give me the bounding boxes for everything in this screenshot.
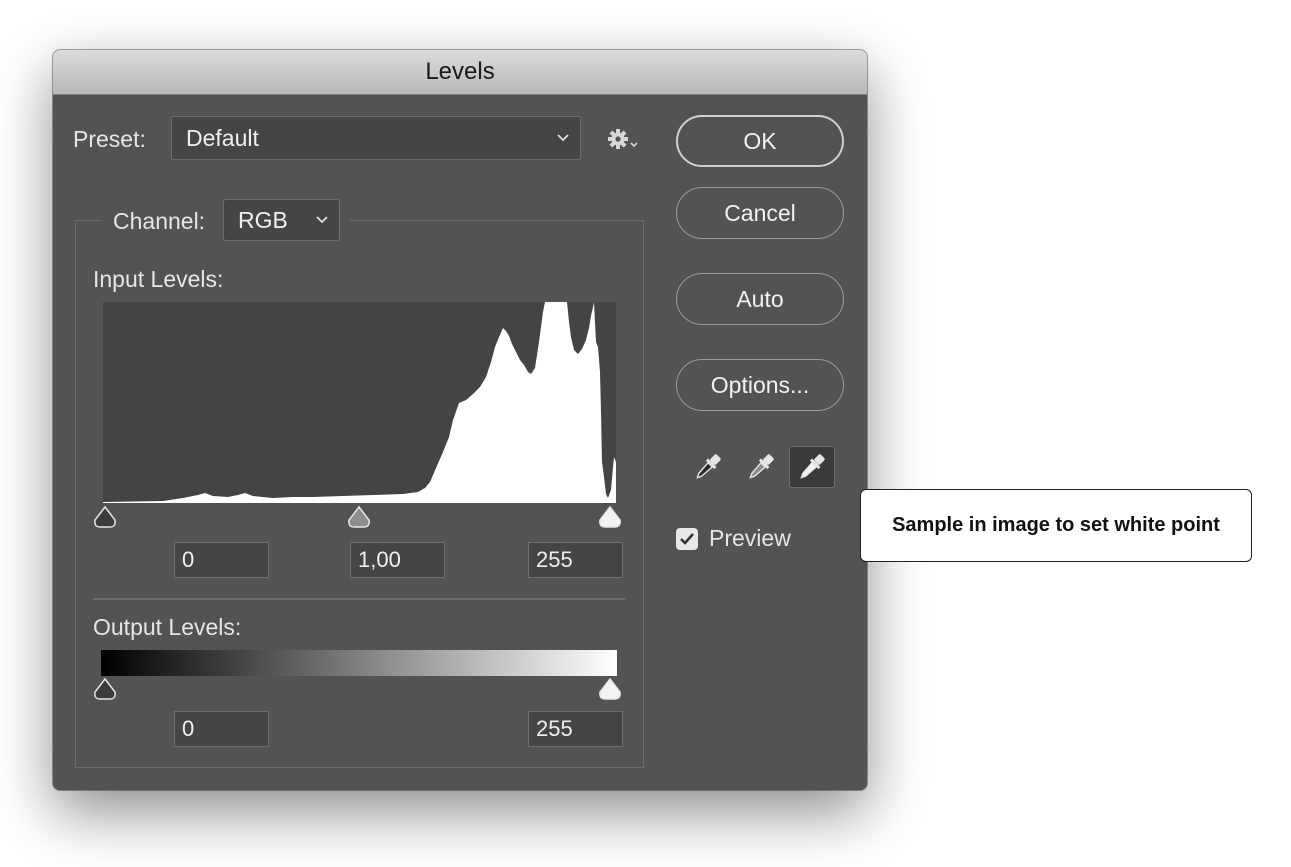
checkmark-icon [680, 533, 694, 545]
output-levels-label: Output Levels: [93, 614, 242, 640]
gear-icon[interactable] [604, 126, 640, 156]
preset-dropdown[interactable]: Default [171, 116, 581, 160]
eyedropper-icon [800, 454, 825, 479]
histogram [103, 302, 616, 503]
eyedropper-icon [749, 454, 774, 479]
levels-divider [93, 598, 625, 600]
ok-button[interactable]: OK [676, 115, 844, 167]
input-white-slider[interactable] [597, 505, 623, 529]
auto-button[interactable]: Auto [676, 273, 844, 325]
preview-checkbox[interactable] [676, 528, 698, 550]
channel-label: Channel: [113, 208, 206, 234]
histogram-fill [103, 302, 616, 503]
cancel-button[interactable]: Cancel [676, 187, 844, 239]
input-levels-label: Input Levels: [93, 266, 224, 292]
output-white-slider[interactable] [597, 677, 623, 701]
output-gradient-bar [101, 650, 617, 676]
eyedropper-icon [696, 454, 721, 479]
output-black-slider[interactable] [92, 677, 118, 701]
channel-dropdown[interactable]: RGB [223, 199, 340, 241]
input-black-slider[interactable] [92, 505, 118, 529]
input-gamma-field[interactable]: 1,00 [350, 542, 445, 578]
output-white-field[interactable]: 255 [528, 711, 623, 747]
chevron-down-icon [316, 216, 328, 224]
dialog-title: Levels [53, 50, 867, 95]
preview-label[interactable]: Preview [709, 525, 791, 552]
options-button[interactable]: Options... [676, 359, 844, 411]
preset-value: Default [186, 124, 259, 151]
tooltip: Sample in image to set white point [860, 489, 1252, 562]
input-white-field[interactable]: 255 [528, 542, 623, 578]
input-black-field[interactable]: 0 [174, 542, 269, 578]
preset-label: Preset: [73, 126, 146, 152]
levels-dialog: Levels Preset: Default Channel: RGB Inpu… [53, 50, 867, 790]
channel-value: RGB [238, 206, 288, 233]
white-point-eyedropper-icon[interactable] [789, 446, 835, 488]
chevron-down-icon [557, 134, 569, 142]
gray-point-eyedropper-icon[interactable] [738, 446, 784, 488]
output-black-field[interactable]: 0 [174, 711, 269, 747]
input-gamma-slider[interactable] [346, 505, 372, 529]
black-point-eyedropper-icon[interactable] [685, 446, 731, 488]
